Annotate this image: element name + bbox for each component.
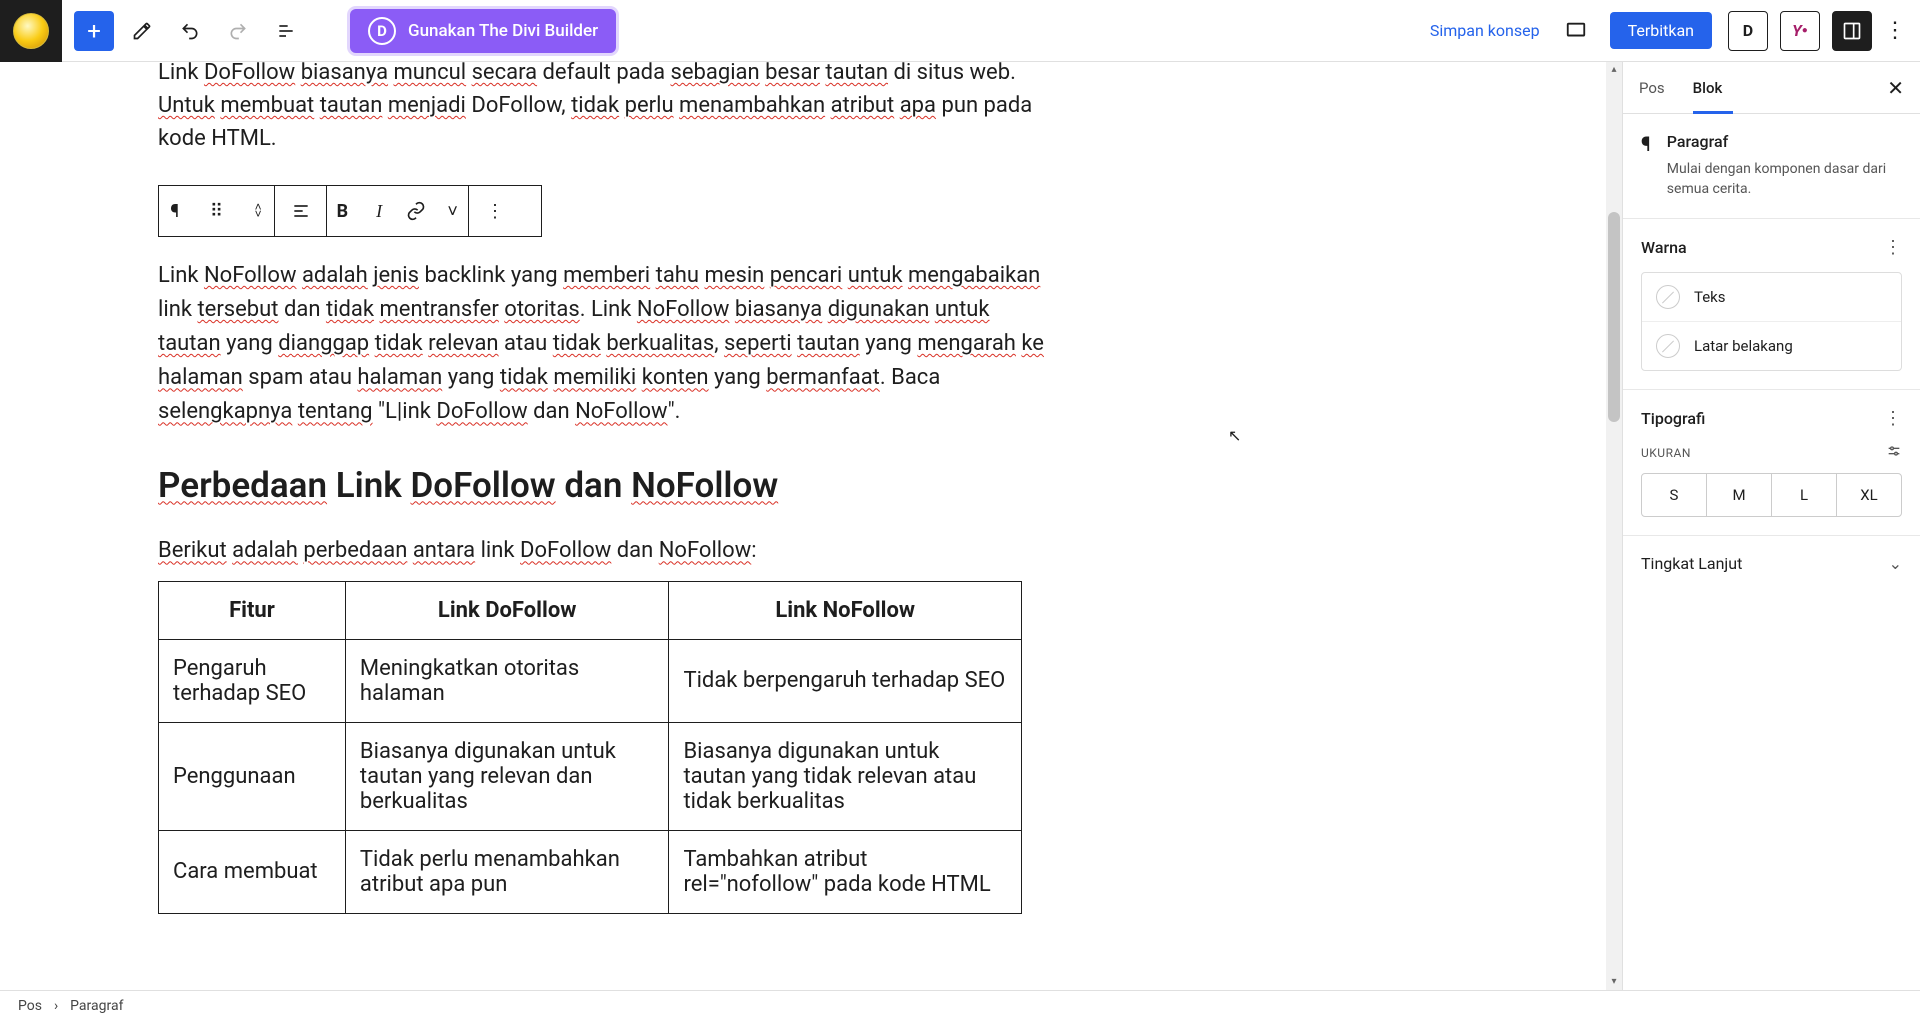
site-logo-icon[interactable] [13,13,49,49]
paragraph-intro[interactable]: Link DoFollow biasanya muncul secara def… [158,62,1050,155]
paragraph-block-icon: ¶ [1641,132,1651,156]
divi-builder-button[interactable]: D Gunakan The Divi Builder [350,9,616,53]
save-draft-button[interactable]: Simpan konsep [1430,21,1540,40]
block-title: Paragraf [1667,132,1902,151]
divi-logo-icon: D [368,17,396,45]
close-sidebar-button[interactable]: ✕ [1887,76,1904,100]
link-button[interactable] [401,201,432,221]
block-breadcrumb: Pos › Paragraf [0,990,1920,1020]
settings-sidebar: Pos Blok ✕ ¶ Paragraf Mulai dengan kompo… [1622,62,1920,990]
tab-pos[interactable]: Pos [1639,79,1665,97]
size-l[interactable]: L [1771,474,1836,516]
comparison-table[interactable]: Fitur Link DoFollow Link NoFollow Pengar… [158,581,1022,914]
move-updown-button[interactable]: ˄˅ [242,204,274,218]
heading-perbedaan[interactable]: Perbedaan Link DoFollow dan NoFollow [158,465,1050,506]
ukuran-label: UKURAN [1641,446,1691,460]
drag-handle-icon[interactable]: ⠿ [201,201,233,222]
add-block-button[interactable]: + [74,11,114,51]
breadcrumb-separator-icon: › [54,998,58,1014]
font-size-picker[interactable]: S M L XL [1641,473,1902,517]
paragraph-nofollow[interactable]: Link NoFollow adalah jenis backlink yang… [158,259,1050,429]
scroll-up-icon[interactable]: ▴ [1608,64,1620,76]
table-row[interactable]: Cara membuat Tidak perlu menambahkan atr… [159,830,1022,913]
bold-button[interactable]: B [327,201,358,222]
document-outline-button[interactable] [266,11,306,51]
tipografi-options-button[interactable]: ⋮ [1884,408,1902,429]
block-options-button[interactable]: ⋮ [477,201,513,222]
color-swatch-icon [1656,334,1680,358]
block-type-paragraph-button[interactable]: ¶ [159,201,191,222]
breadcrumb-current: Paragraf [70,998,123,1014]
advanced-panel-toggle[interactable]: Tingkat Lanjut ⌄ [1623,536,1920,591]
breadcrumb-root[interactable]: Pos [18,998,42,1014]
table-header: Fitur [159,581,346,639]
settings-sidebar-toggle[interactable] [1832,11,1872,51]
paragraph-lead[interactable]: Berikut adalah perbedaan antara link DoF… [158,534,1050,568]
align-button[interactable] [283,201,319,221]
edit-mode-button[interactable] [122,11,162,51]
block-description: Mulai dengan komponen dasar dari semua c… [1667,159,1902,200]
table-header-row: Fitur Link DoFollow Link NoFollow [159,581,1022,639]
scroll-thumb[interactable] [1608,212,1620,422]
table-row[interactable]: Penggunaan Biasanya digunakan untuk taut… [159,722,1022,830]
italic-button[interactable]: I [364,201,395,222]
size-custom-toggle-icon[interactable] [1886,443,1902,463]
tab-blok[interactable]: Blok [1693,79,1723,97]
text-color-button[interactable]: Teks [1642,273,1901,321]
publish-button[interactable]: Terbitkan [1610,12,1712,49]
size-xl[interactable]: XL [1836,474,1901,516]
chevron-down-icon: ⌄ [1889,554,1902,573]
editor-scrollbar[interactable]: ▴ ▾ [1606,62,1622,990]
preview-button[interactable] [1556,11,1596,51]
size-m[interactable]: M [1706,474,1771,516]
size-s[interactable]: S [1642,474,1706,516]
top-toolbar: + D Gunakan The Divi Builder Simpan kons… [0,0,1920,62]
divi-builder-label: Gunakan The Divi Builder [408,21,598,41]
table-header: Link DoFollow [345,581,669,639]
background-color-button[interactable]: Latar belakang [1642,321,1901,370]
more-options-button[interactable]: ⋮ [1884,18,1906,43]
scroll-down-icon[interactable]: ▾ [1608,976,1620,988]
yoast-button[interactable]: Y● [1780,11,1820,51]
table-row[interactable]: Pengaruh terhadap SEO Meningkatkan otori… [159,639,1022,722]
warna-options-button[interactable]: ⋮ [1884,237,1902,258]
table-header: Link NoFollow [669,581,1022,639]
divi-settings-button[interactable]: D [1728,11,1768,51]
color-swatch-icon [1656,285,1680,309]
wp-admin-bar[interactable] [0,0,62,62]
more-rich-text-button[interactable]: ˅ [437,201,468,222]
warna-heading: Warna [1641,238,1687,257]
redo-button[interactable] [218,11,258,51]
editor-canvas[interactable]: Link DoFollow biasanya muncul secara def… [0,62,1622,990]
undo-button[interactable] [170,11,210,51]
block-toolbar: ¶ ⠿ ˄˅ B I ˅ [158,185,542,237]
tipografi-heading: Tipografi [1641,409,1705,428]
